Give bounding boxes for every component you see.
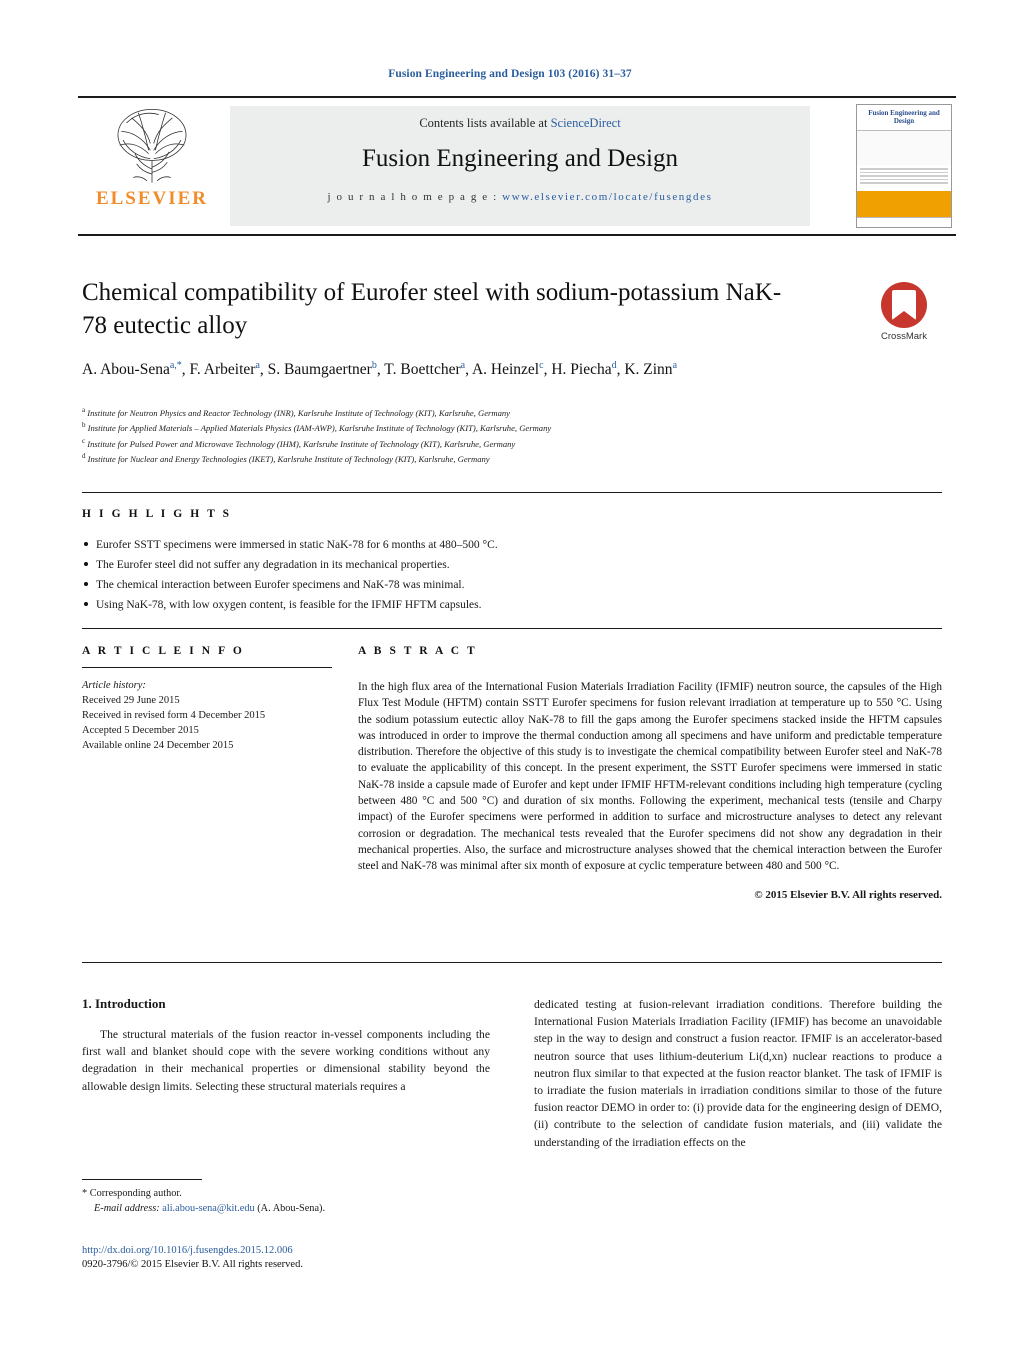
abstract-copyright: © 2015 Elsevier B.V. All rights reserved… — [754, 888, 942, 901]
elsevier-tree-icon — [117, 109, 187, 183]
homepage-url[interactable]: www.elsevier.com/locate/fusengdes — [502, 191, 712, 203]
cover-footer — [857, 216, 951, 227]
contents-available-line: Contents lists available at ScienceDirec… — [230, 116, 810, 131]
intro-paragraph-left: The structural materials of the fusion r… — [82, 1028, 490, 1093]
abstract-section: A B S T R A C T In the high flux area of… — [358, 645, 942, 901]
affiliation-line: d Institute for Nuclear and Energy Techn… — [82, 452, 490, 465]
affiliation-list: a Institute for Neutron Physics and Reac… — [82, 404, 922, 466]
elsevier-logo: ELSEVIER — [82, 106, 222, 226]
highlights-heading: H I G H L I G H T S — [82, 508, 232, 520]
divider-highlights-top — [82, 492, 942, 493]
corresponding-author-label: * Corresponding author. — [82, 1188, 182, 1199]
email-line: E-mail address: ali.abou-sena@kit.edu (A… — [82, 1201, 482, 1216]
journal-title: Fusion Engineering and Design — [362, 145, 678, 172]
cover-color-band — [857, 190, 951, 217]
article-info-heading: A R T I C L E I N F O — [82, 645, 245, 657]
article-info-section: A R T I C L E I N F O Article history: R… — [82, 645, 332, 753]
divider-body-top — [82, 962, 942, 963]
intro-paragraph-right: dedicated testing at fusion-relevant irr… — [534, 998, 942, 1149]
sciencedirect-link[interactable]: ScienceDirect — [551, 116, 621, 130]
email-suffix: (A. Abou-Sena). — [254, 1203, 326, 1214]
journal-masthead: ELSEVIER Contents lists available at Sci… — [78, 96, 956, 236]
cover-image-area — [857, 130, 951, 165]
doi-line: http://dx.doi.org/10.1016/j.fusengdes.20… — [82, 1243, 582, 1258]
abstract-text: In the high flux area of the Internation… — [358, 681, 942, 873]
article-info-underline — [82, 667, 332, 668]
email-link[interactable]: ali.abou-sena@kit.edu — [162, 1203, 254, 1214]
article-history-label: Article history: — [82, 680, 146, 691]
article-history: Article history: Received 29 June 2015 Re… — [82, 678, 332, 753]
highlights-section: H I G H L I G H T S Eurofer SSTT specime… — [82, 508, 942, 616]
crossmark-icon — [881, 282, 927, 328]
email-label: E-mail address: — [94, 1203, 163, 1214]
journal-cover-thumbnail: Fusion Engineering and Design — [856, 104, 952, 228]
article-history-lines: Received 29 June 2015 Received in revised… — [82, 693, 332, 753]
contents-prefix: Contents lists available at — [419, 116, 551, 130]
article-history-line: Available online 24 December 2015 — [82, 740, 234, 751]
article-history-line: Received 29 June 2015 — [82, 695, 180, 706]
crossmark-label: CrossMark — [881, 331, 927, 342]
corresponding-author-note: * Corresponding author. E-mail address: … — [82, 1186, 482, 1216]
doi-link[interactable]: http://dx.doi.org/10.1016/j.fusengdes.20… — [82, 1245, 293, 1256]
cover-journal-title: Fusion Engineering and Design — [868, 109, 940, 125]
abstract-heading: A B S T R A C T — [358, 645, 478, 657]
homepage-prefix: j o u r n a l h o m e p a g e : — [327, 191, 503, 203]
journal-running-head: Fusion Engineering and Design 103 (2016)… — [388, 68, 632, 80]
paper-page: Fusion Engineering and Design 103 (2016)… — [0, 0, 1020, 1351]
article-history-line: Received in revised form 4 December 2015 — [82, 710, 266, 721]
paper-title: Chemical compatibility of Eurofer steel … — [82, 279, 782, 339]
highlight-item: Using NaK-78, with low oxygen content, i… — [82, 596, 942, 614]
author-list: A. Abou-Senaa,*, F. Arbeitera, S. Baumga… — [82, 360, 678, 379]
elsevier-wordmark: ELSEVIER — [95, 188, 209, 209]
masthead-center: Contents lists available at ScienceDirec… — [230, 106, 810, 226]
affiliation-line: a Institute for Neutron Physics and Reac… — [82, 406, 510, 418]
body-column-left: 1. Introduction The structural materials… — [82, 996, 490, 1095]
journal-homepage-line: j o u r n a l h o m e p a g e : www.else… — [230, 191, 810, 203]
affiliation-line: c Institute for Pulsed Power and Microwa… — [82, 436, 516, 449]
body-column-right: dedicated testing at fusion-relevant irr… — [534, 996, 942, 1151]
article-history-line: Accepted 5 December 2015 — [82, 725, 199, 736]
section-heading-introduction: 1. Introduction — [82, 996, 166, 1011]
highlight-item: The chemical interaction between Eurofer… — [82, 576, 942, 594]
cover-text-lines — [857, 165, 951, 189]
highlight-item: Eurofer SSTT specimens were immersed in … — [82, 536, 942, 554]
affiliation-line: b Institute for Applied Materials – Appl… — [82, 421, 552, 434]
highlight-item: The Eurofer steel did not suffer any deg… — [82, 556, 942, 574]
crossmark-badge[interactable]: CrossMark — [866, 282, 942, 342]
highlights-list: Eurofer SSTT specimens were immersed in … — [82, 536, 942, 614]
issn-copyright-line: 0920-3796/© 2015 Elsevier B.V. All right… — [82, 1259, 303, 1270]
divider-highlights-bottom — [82, 628, 942, 629]
footnote-divider — [82, 1179, 202, 1180]
